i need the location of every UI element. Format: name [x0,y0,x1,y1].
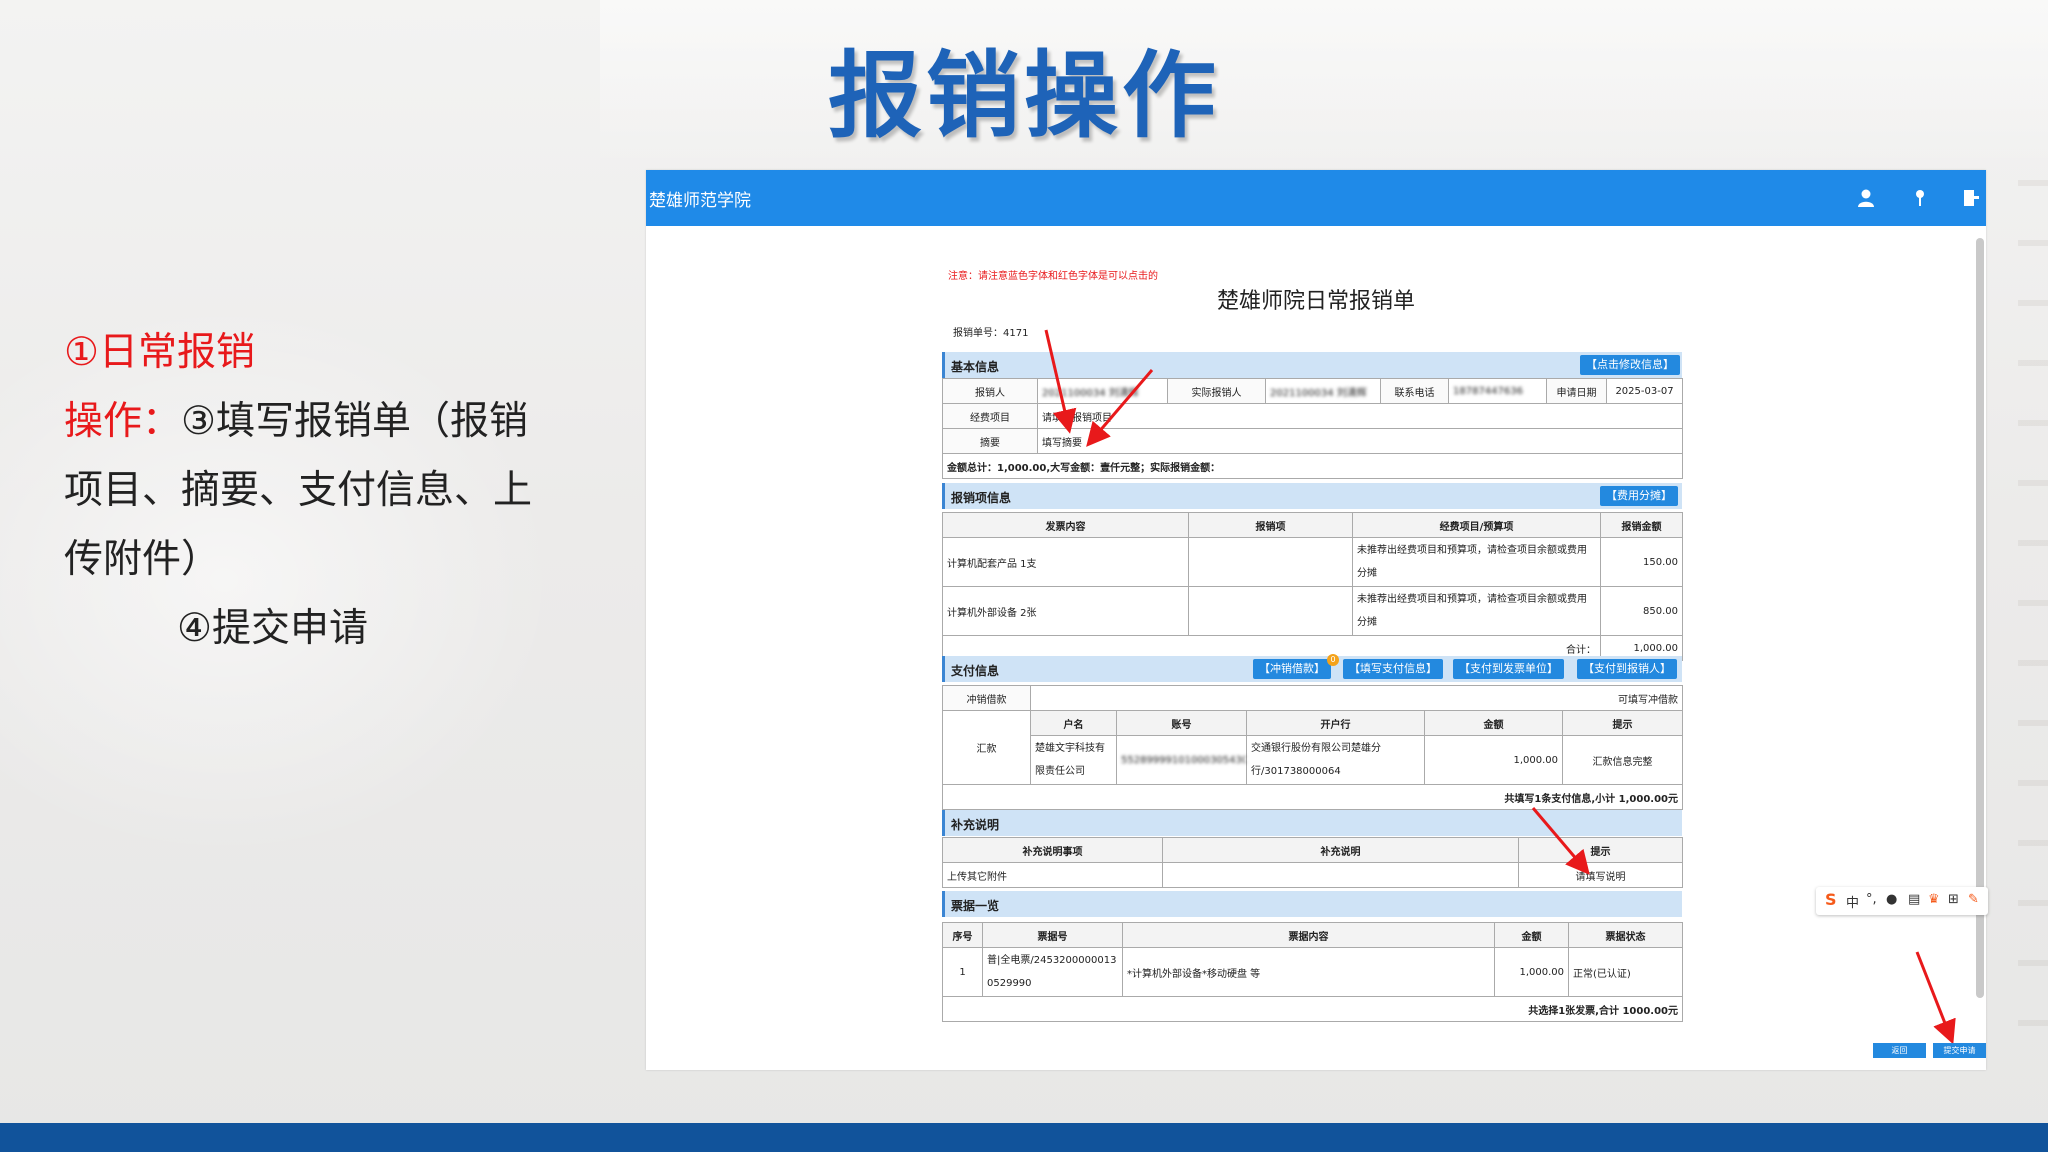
arrow-summary [1086,369,1154,447]
more-icon[interactable]: ✎ [1968,892,1979,907]
back-button[interactable]: 返回 [1873,1043,1926,1058]
ime-lang[interactable]: 中 [1846,892,1859,911]
arrow-supplement [1531,807,1590,875]
keyboard-icon[interactable]: ▤ [1908,892,1920,907]
grid-icon[interactable]: ⊞ [1948,892,1959,907]
footer-band [0,1123,2048,1152]
annotation-arrows [1044,329,1956,1045]
arrow-project [1044,329,1077,434]
submit-button[interactable]: 提交申请 [1933,1043,1986,1058]
microphone-icon[interactable]: ● [1886,892,1897,907]
arrow-submit [1915,951,1956,1045]
punctuation-icon[interactable]: °, [1866,892,1877,907]
skin-icon[interactable]: ♛ [1928,892,1940,907]
ime-logo[interactable]: S [1825,890,1837,909]
ime-toolbar[interactable]: S 中 °, ● ▤ ♛ ⊞ ✎ [1816,887,1988,915]
